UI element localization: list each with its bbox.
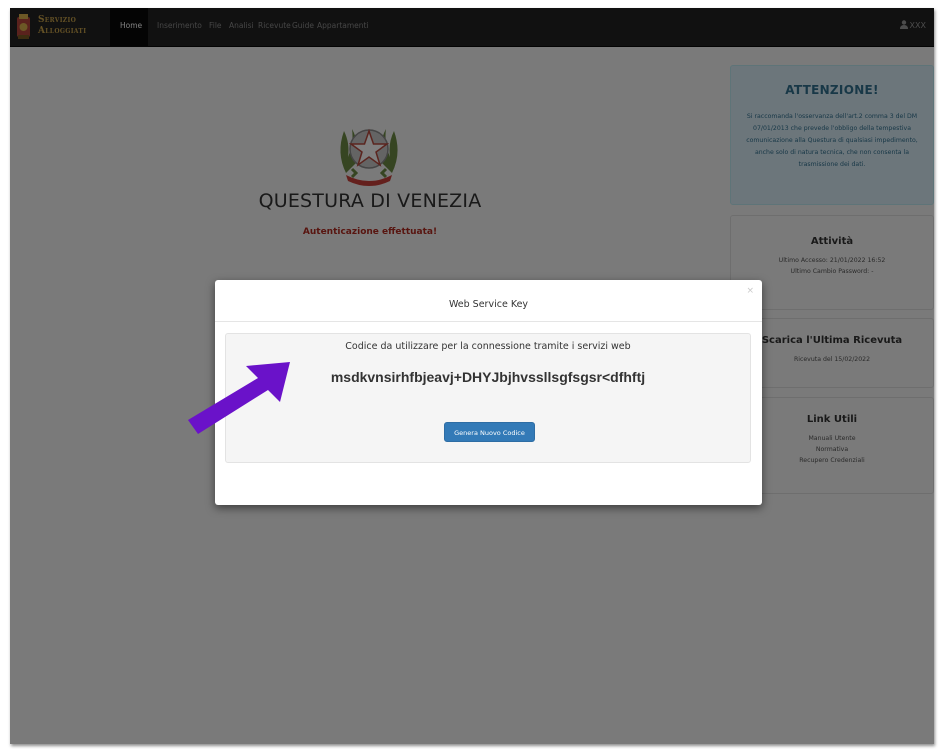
key-well: Codice da utilizzare per la connessione … — [225, 333, 751, 463]
key-description: Codice da utilizzare per la connessione … — [345, 341, 631, 352]
modal-title: Web Service Key — [448, 299, 529, 310]
modal-divider — [215, 321, 762, 322]
web-service-key-modal: × Web Service Key Codice da utilizzare p… — [215, 280, 762, 505]
close-icon[interactable]: × — [746, 286, 754, 296]
web-service-key: msdkvnsirhfbjeavj+DHYJbjhvssllsgfsgsr<df… — [330, 369, 646, 385]
generate-new-code-button[interactable]: Genera Nuovo Codice — [444, 422, 535, 442]
annotation-arrow-icon — [188, 362, 290, 434]
browser-page: Servizio Alloggiati Home Inserimento Fil… — [10, 8, 934, 744]
